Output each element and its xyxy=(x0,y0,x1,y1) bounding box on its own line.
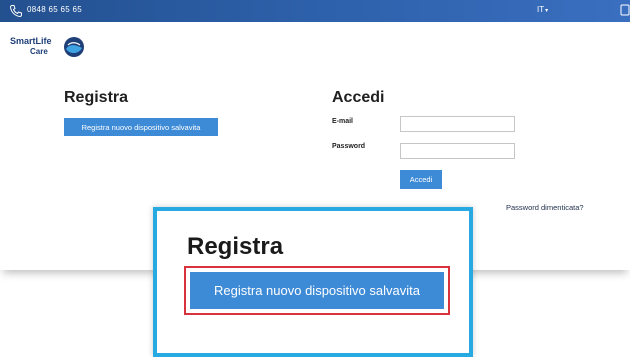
register-device-button[interactable]: Registra nuovo dispositivo salvavita xyxy=(64,118,218,136)
password-label: Password xyxy=(332,143,366,150)
email-label: E-mail xyxy=(332,118,354,125)
logo-text-care: Care xyxy=(30,47,48,56)
zoom-register-heading: Registra xyxy=(187,233,284,260)
forgot-password-link[interactable]: Password dimenticata? xyxy=(506,203,584,212)
login-heading: Accedi xyxy=(332,89,385,106)
login-button[interactable]: Accedi xyxy=(400,170,442,189)
phone-icon xyxy=(9,4,23,18)
language-selector[interactable]: IT▾ xyxy=(537,5,548,14)
phone-number[interactable]: 0848 65 65 65 xyxy=(27,5,82,14)
password-field[interactable] xyxy=(400,143,515,159)
zoom-register-device-button[interactable]: Registra nuovo dispositivo salvavita xyxy=(190,272,444,309)
top-bar: 0848 65 65 65 IT▾ xyxy=(0,0,630,22)
logo-text-smartlife: SmartLife xyxy=(10,36,52,46)
highlight-outline: Registra nuovo dispositivo salvavita xyxy=(184,266,450,315)
user-icon[interactable] xyxy=(620,3,630,17)
email-field[interactable] xyxy=(400,116,515,132)
logo-mark-icon xyxy=(64,37,84,57)
language-label: IT xyxy=(537,5,545,14)
smartlife-care-logo[interactable]: SmartLife Care xyxy=(6,36,86,66)
zoom-callout: Registra Registra nuovo dispositivo salv… xyxy=(153,207,473,357)
chevron-down-icon: ▾ xyxy=(545,8,549,14)
register-heading: Registra xyxy=(64,89,129,106)
